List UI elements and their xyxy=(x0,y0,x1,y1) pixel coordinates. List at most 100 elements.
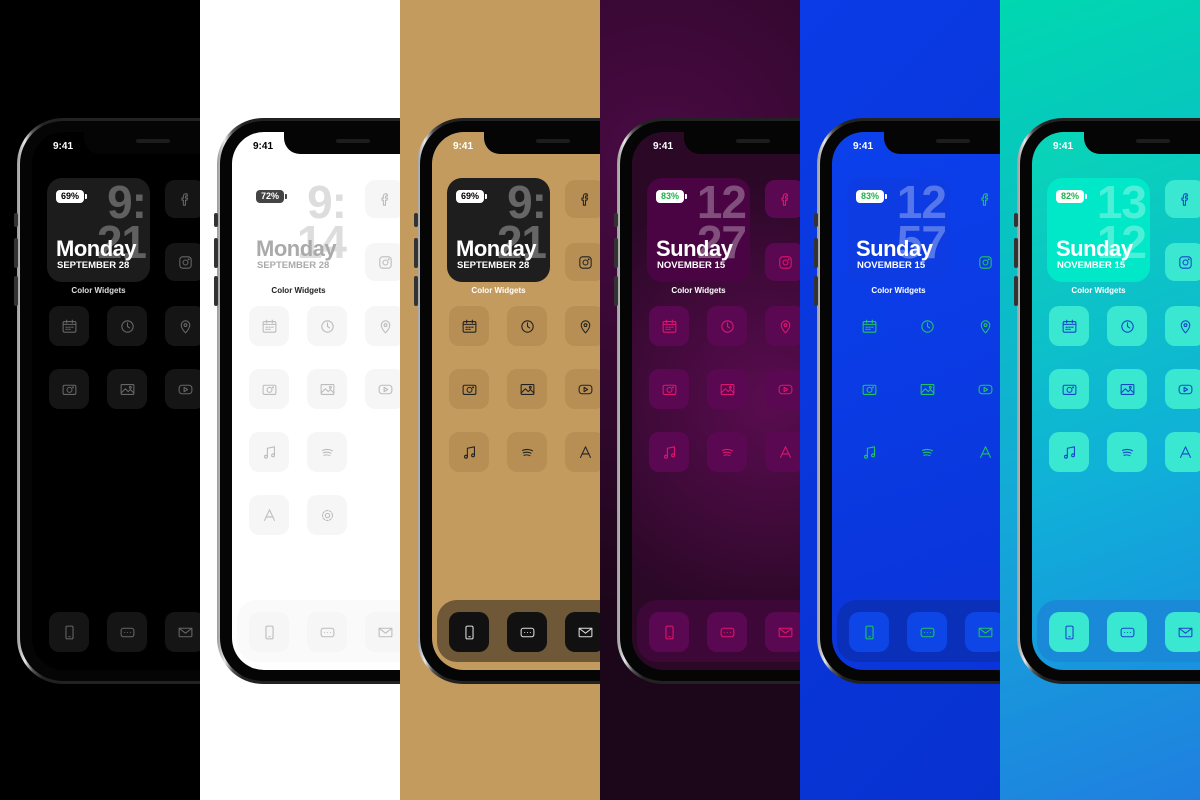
clock-widget[interactable]: 9: 21 69% Monday SEPTEMBER 28 xyxy=(447,178,550,282)
dock-mail[interactable] xyxy=(765,612,800,652)
app-appstore[interactable] xyxy=(565,432,600,472)
app-calendar[interactable] xyxy=(249,306,289,346)
side-button[interactable] xyxy=(814,276,818,306)
app-camera[interactable] xyxy=(849,369,889,409)
app-appstore[interactable] xyxy=(765,432,800,472)
side-button[interactable] xyxy=(1014,213,1018,227)
app-youtube[interactable] xyxy=(565,369,600,409)
app-camera[interactable] xyxy=(1049,369,1089,409)
side-button[interactable] xyxy=(614,238,618,268)
app-appstore[interactable] xyxy=(249,495,289,535)
app-instagram[interactable] xyxy=(765,243,800,281)
app-appstore[interactable] xyxy=(1165,432,1200,472)
app-clock[interactable] xyxy=(1107,306,1147,346)
app-map[interactable] xyxy=(765,306,800,346)
app-calendar[interactable] xyxy=(849,306,889,346)
side-button[interactable] xyxy=(14,213,18,227)
app-map[interactable] xyxy=(365,306,400,346)
app-photos[interactable] xyxy=(507,369,547,409)
app-camera[interactable] xyxy=(649,369,689,409)
app-calendar[interactable] xyxy=(449,306,489,346)
app-music[interactable] xyxy=(449,432,489,472)
app-instagram[interactable] xyxy=(565,243,600,281)
dock-messages[interactable] xyxy=(907,612,947,652)
side-button[interactable] xyxy=(214,276,218,306)
app-clock[interactable] xyxy=(307,306,347,346)
app-music[interactable] xyxy=(249,432,289,472)
app-map[interactable] xyxy=(965,306,1000,346)
side-button[interactable] xyxy=(1014,238,1018,268)
app-photos[interactable] xyxy=(107,369,147,409)
app-facebook[interactable] xyxy=(1165,180,1200,218)
app-music[interactable] xyxy=(1049,432,1089,472)
app-photos[interactable] xyxy=(907,369,947,409)
dock-phone[interactable] xyxy=(449,612,489,652)
side-button[interactable] xyxy=(614,276,618,306)
app-camera[interactable] xyxy=(49,369,89,409)
side-button[interactable] xyxy=(814,238,818,268)
clock-widget[interactable]: 13 12 82% Sunday NOVEMBER 15 xyxy=(1047,178,1150,282)
app-photos[interactable] xyxy=(307,369,347,409)
app-clock[interactable] xyxy=(707,306,747,346)
dock-mail[interactable] xyxy=(965,612,1000,652)
app-camera[interactable] xyxy=(449,369,489,409)
app-spotify[interactable] xyxy=(507,432,547,472)
dock-mail[interactable] xyxy=(1165,612,1200,652)
dock-mail[interactable] xyxy=(365,612,400,652)
app-map[interactable] xyxy=(165,306,200,346)
dock-phone[interactable] xyxy=(1049,612,1089,652)
app-instagram[interactable] xyxy=(165,243,200,281)
app-facebook[interactable] xyxy=(765,180,800,218)
app-instagram[interactable] xyxy=(1165,243,1200,281)
side-button[interactable] xyxy=(414,213,418,227)
app-clock[interactable] xyxy=(507,306,547,346)
app-facebook[interactable] xyxy=(965,180,1000,218)
clock-widget[interactable]: 9: 14 72% Monday SEPTEMBER 28 xyxy=(247,178,350,282)
app-instagram[interactable] xyxy=(965,243,1000,281)
app-facebook[interactable] xyxy=(365,180,400,218)
app-facebook[interactable] xyxy=(165,180,200,218)
dock-messages[interactable] xyxy=(507,612,547,652)
side-button[interactable] xyxy=(414,276,418,306)
app-map[interactable] xyxy=(565,306,600,346)
dock-messages[interactable] xyxy=(107,612,147,652)
side-button[interactable] xyxy=(614,213,618,227)
app-calendar[interactable] xyxy=(1049,306,1089,346)
app-youtube[interactable] xyxy=(765,369,800,409)
dock-messages[interactable] xyxy=(1107,612,1147,652)
app-photos[interactable] xyxy=(707,369,747,409)
side-button[interactable] xyxy=(14,276,18,306)
dock-messages[interactable] xyxy=(307,612,347,652)
app-clock[interactable] xyxy=(107,306,147,346)
side-button[interactable] xyxy=(414,238,418,268)
app-instagram[interactable] xyxy=(365,243,400,281)
app-calendar[interactable] xyxy=(649,306,689,346)
side-button[interactable] xyxy=(814,213,818,227)
app-calendar[interactable] xyxy=(49,306,89,346)
clock-widget[interactable]: 12 27 83% Sunday NOVEMBER 15 xyxy=(647,178,750,282)
app-clock[interactable] xyxy=(907,306,947,346)
side-button[interactable] xyxy=(214,238,218,268)
app-map[interactable] xyxy=(1165,306,1200,346)
app-facebook[interactable] xyxy=(565,180,600,218)
side-button[interactable] xyxy=(14,238,18,268)
app-spotify[interactable] xyxy=(1107,432,1147,472)
app-youtube[interactable] xyxy=(165,369,200,409)
clock-widget[interactable]: 9: 21 69% Monday SEPTEMBER 28 xyxy=(47,178,150,282)
app-music[interactable] xyxy=(649,432,689,472)
dock-messages[interactable] xyxy=(707,612,747,652)
app-settings[interactable] xyxy=(307,495,347,535)
app-spotify[interactable] xyxy=(307,432,347,472)
dock-phone[interactable] xyxy=(249,612,289,652)
dock-mail[interactable] xyxy=(165,612,200,652)
app-spotify[interactable] xyxy=(907,432,947,472)
dock-mail[interactable] xyxy=(565,612,600,652)
side-button[interactable] xyxy=(1014,276,1018,306)
app-youtube[interactable] xyxy=(365,369,400,409)
side-button[interactable] xyxy=(214,213,218,227)
dock-phone[interactable] xyxy=(849,612,889,652)
app-music[interactable] xyxy=(849,432,889,472)
app-youtube[interactable] xyxy=(965,369,1000,409)
app-spotify[interactable] xyxy=(707,432,747,472)
app-photos[interactable] xyxy=(1107,369,1147,409)
